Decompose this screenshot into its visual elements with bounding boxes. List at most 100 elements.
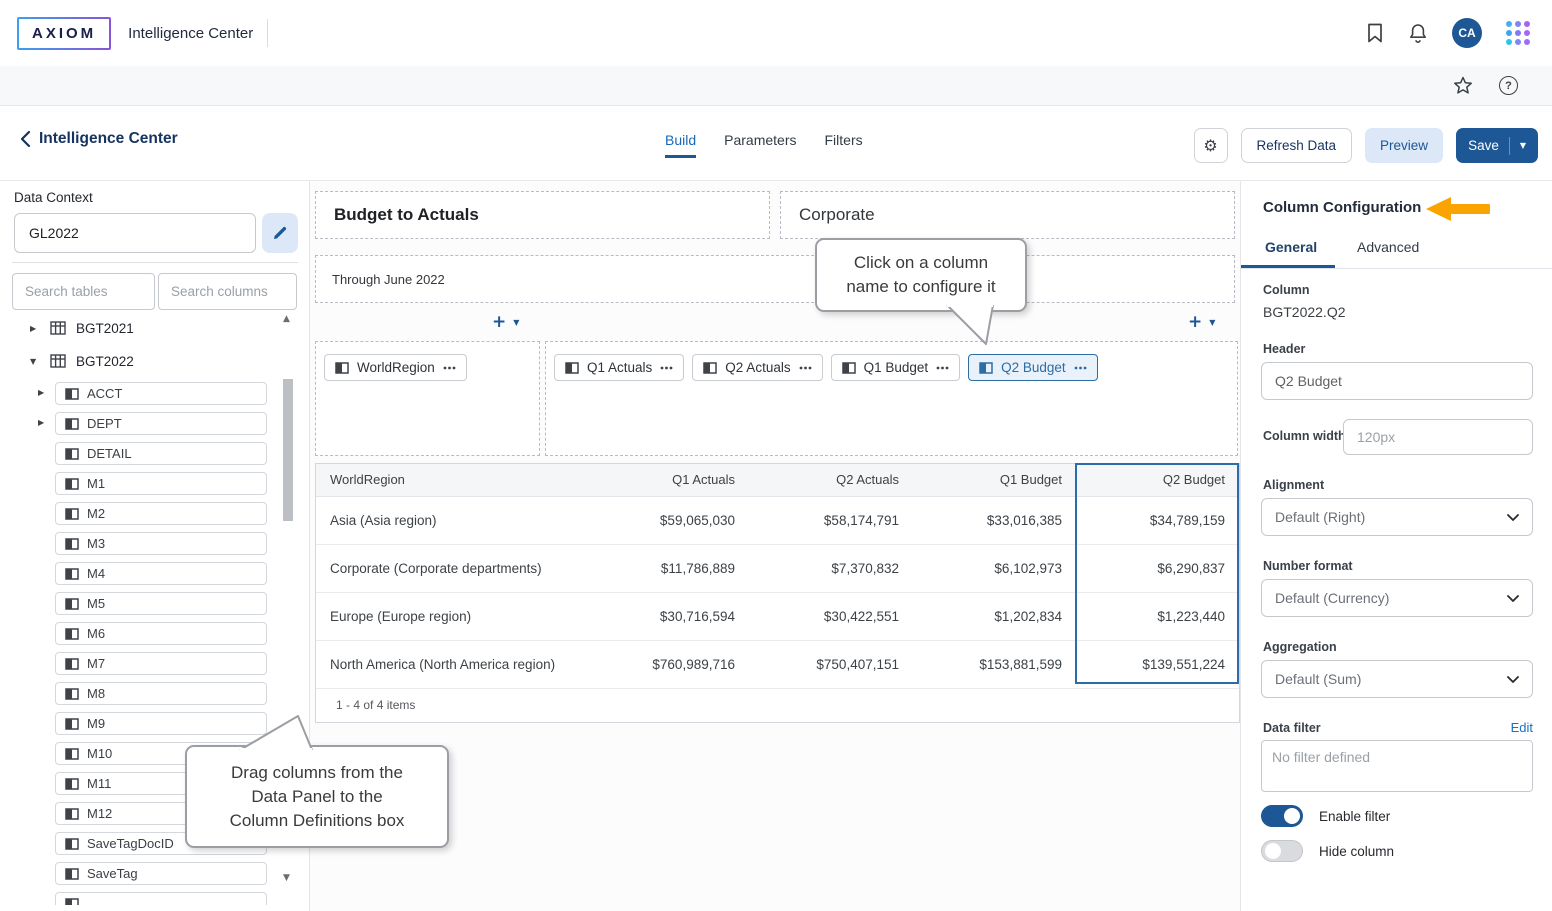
- tab-filters[interactable]: Filters: [825, 132, 863, 158]
- data-context-input[interactable]: [14, 213, 256, 253]
- definition-chip[interactable]: Q2 Actuals: [692, 354, 822, 381]
- add-row-column-control[interactable]: + ▼: [492, 312, 519, 332]
- chevron-right-icon[interactable]: ▶: [38, 388, 44, 397]
- more-options-icon[interactable]: [660, 366, 673, 370]
- refresh-data-button[interactable]: Refresh Data: [1241, 128, 1353, 163]
- chevron-down-icon[interactable]: ▼: [513, 318, 519, 327]
- search-columns-input[interactable]: [158, 273, 297, 310]
- header-input[interactable]: [1261, 362, 1533, 400]
- definition-chip[interactable]: WorldRegion: [324, 354, 467, 381]
- sidebar-column-chip[interactable]: M5: [55, 592, 267, 615]
- table-header-cell[interactable]: Q2 Budget: [1076, 464, 1239, 496]
- sidebar-column-chip[interactable]: M7: [55, 652, 267, 675]
- definition-chip-label: Q2 Actuals: [725, 360, 790, 375]
- aggregation-value: Default (Sum): [1275, 671, 1361, 687]
- report-title-box[interactable]: Budget to Actuals: [315, 191, 770, 239]
- enable-filter-toggle[interactable]: [1261, 805, 1303, 827]
- column-width-input[interactable]: [1343, 419, 1533, 455]
- column-chip-label: M7: [87, 656, 105, 671]
- aggregation-select[interactable]: Default (Sum): [1261, 660, 1533, 698]
- more-options-icon[interactable]: [799, 366, 812, 370]
- chevron-down-icon[interactable]: ▼: [1209, 318, 1215, 327]
- more-options-icon[interactable]: [1074, 366, 1087, 370]
- preview-button[interactable]: Preview: [1365, 128, 1443, 163]
- axiom-logo-text: AXIOM: [19, 19, 109, 48]
- number-format-select[interactable]: Default (Currency): [1261, 579, 1533, 617]
- edit-filter-link[interactable]: Edit: [1511, 720, 1533, 735]
- definition-chip[interactable]: Q1 Actuals: [554, 354, 684, 381]
- report-canvas: Budget to Actuals Corporate Through June…: [310, 181, 1240, 911]
- table-header-cell[interactable]: Q1 Budget: [913, 464, 1076, 496]
- chevron-down-icon: [1507, 595, 1519, 602]
- report-period-box[interactable]: Through June 2022: [315, 255, 1235, 303]
- scrollbar-down-arrow[interactable]: ▼: [283, 873, 290, 883]
- sidebar-column-row: [55, 892, 280, 905]
- number-format-value: Default (Currency): [1275, 590, 1389, 606]
- sidebar-column-chip[interactable]: DETAIL: [55, 442, 267, 465]
- row-definitions-box[interactable]: WorldRegion: [315, 341, 540, 456]
- more-options-icon[interactable]: [936, 366, 949, 370]
- plus-icon[interactable]: +: [1188, 312, 1202, 332]
- back-breadcrumb[interactable]: Intelligence Center: [20, 130, 178, 148]
- hide-column-toggle[interactable]: [1261, 840, 1303, 862]
- sidebar-column-chip[interactable]: [55, 892, 267, 905]
- save-button[interactable]: Save ▼: [1456, 128, 1538, 163]
- chevron-right-icon[interactable]: ▶: [30, 324, 40, 333]
- report-entity-box[interactable]: Corporate: [780, 191, 1235, 239]
- tab-parameters[interactable]: Parameters: [724, 132, 796, 158]
- scrollbar-thumb[interactable]: [283, 379, 293, 521]
- column-chip-label: M3: [87, 536, 105, 551]
- sidebar-column-chip[interactable]: M2: [55, 502, 267, 525]
- table-cell: North America (North America region): [316, 641, 586, 688]
- table-header-cell[interactable]: Q2 Actuals: [749, 464, 913, 496]
- filter-textarea[interactable]: [1261, 740, 1533, 792]
- sidebar-column-chip[interactable]: M8: [55, 682, 267, 705]
- add-data-column-control[interactable]: + ▼: [1188, 312, 1215, 332]
- sidebar-column-chip[interactable]: SaveTag: [55, 862, 267, 885]
- sidebar-table-bgt2021[interactable]: ▶BGT2021: [30, 316, 280, 340]
- chevron-right-icon[interactable]: ▶: [38, 418, 44, 427]
- table-row: Asia (Asia region)$59,065,030$58,174,791…: [316, 497, 1239, 545]
- alignment-select[interactable]: Default (Right): [1261, 498, 1533, 536]
- sidebar-table-bgt2022[interactable]: ▼BGT2022: [30, 349, 280, 373]
- tab-build[interactable]: Build: [665, 132, 696, 158]
- column-icon: [65, 688, 79, 700]
- settings-gear-button[interactable]: ⚙: [1194, 128, 1228, 163]
- table-header-cell[interactable]: Q1 Actuals: [586, 464, 749, 496]
- sidebar-column-chip[interactable]: DEPT: [55, 412, 267, 435]
- column-chip-label: M1: [87, 476, 105, 491]
- chevron-down-icon[interactable]: ▼: [30, 357, 40, 366]
- favorite-star-icon[interactable]: [1453, 76, 1473, 95]
- help-icon[interactable]: ?: [1499, 76, 1518, 95]
- edit-context-button[interactable]: [262, 213, 298, 253]
- definition-chip[interactable]: Q1 Budget: [831, 354, 961, 381]
- sidebar-column-chip[interactable]: M4: [55, 562, 267, 585]
- bookmark-icon[interactable]: [1366, 23, 1384, 43]
- more-options-icon[interactable]: [443, 366, 456, 370]
- save-dropdown-caret-icon[interactable]: ▼: [1520, 141, 1526, 150]
- column-icon: [65, 508, 79, 520]
- definition-chip[interactable]: Q2 Budget: [968, 354, 1098, 381]
- column-chip-label: SaveTagDocID: [87, 836, 174, 851]
- sidebar-column-row: M6: [55, 622, 280, 645]
- column-value: BGT2022.Q2: [1263, 304, 1346, 320]
- user-avatar[interactable]: CA: [1452, 18, 1482, 48]
- column-icon: [842, 362, 856, 374]
- sidebar-column-chip[interactable]: ACCT: [55, 382, 267, 405]
- tab-general[interactable]: General: [1265, 239, 1317, 255]
- plus-icon[interactable]: +: [492, 312, 506, 332]
- tab-advanced[interactable]: Advanced: [1357, 239, 1419, 255]
- column-label: Column: [1263, 283, 1310, 297]
- column-definitions-box[interactable]: Q1 Actuals Q2 Actuals Q1 Budget Q2 Budget: [545, 341, 1238, 456]
- sidebar-column-chip[interactable]: M1: [55, 472, 267, 495]
- column-icon: [65, 478, 79, 490]
- notifications-bell-icon[interactable]: [1408, 23, 1428, 44]
- sidebar-column-chip[interactable]: M6: [55, 622, 267, 645]
- sidebar-column-chip[interactable]: M3: [55, 532, 267, 555]
- data-filter-row: Data filter Edit: [1263, 720, 1533, 735]
- sidebar-column-row: M8: [55, 682, 280, 705]
- table-header-cell[interactable]: WorldRegion: [316, 464, 586, 496]
- scrollbar-up-arrow[interactable]: ▲: [283, 314, 290, 324]
- search-tables-input[interactable]: [12, 273, 155, 310]
- apps-grid-icon[interactable]: [1506, 21, 1530, 45]
